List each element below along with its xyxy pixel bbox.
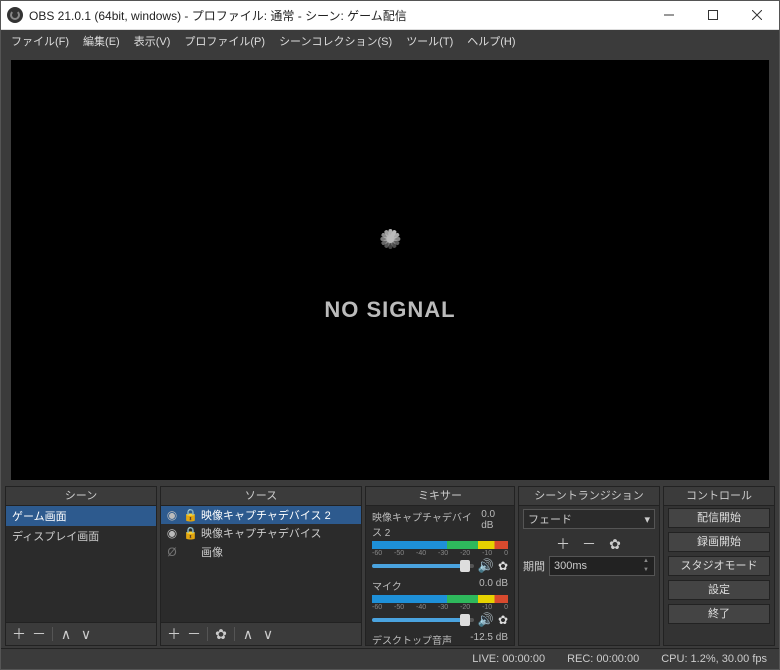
add-scene-button[interactable]: ＋: [10, 625, 28, 643]
minimize-button[interactable]: [647, 1, 691, 29]
menubar: ファイル(F) 編集(E) 表示(V) プロファイル(P) シーンコレクション(…: [1, 30, 779, 52]
source-item[interactable]: ◉ 🔒 映像キャプチャデバイス 2: [161, 506, 361, 524]
remove-transition-button[interactable]: －: [580, 535, 598, 553]
sources-toolbar: ＋ － ✿ ∧ ∨: [161, 622, 361, 645]
mixer-panel: ミキサー 映像キャプチャデバイス 20.0 dB -60-50-40-30-20…: [365, 486, 515, 646]
remove-source-button[interactable]: －: [185, 625, 203, 643]
add-source-button[interactable]: ＋: [165, 625, 183, 643]
menu-help[interactable]: ヘルプ(H): [461, 31, 521, 51]
start-record-button[interactable]: 録画開始: [668, 532, 770, 552]
lock-icon[interactable]: 🔒: [183, 508, 197, 522]
loading-spinner-icon: [362, 233, 418, 289]
status-live: LIVE: 00:00:00: [472, 653, 545, 665]
exit-button[interactable]: 終了: [668, 604, 770, 624]
channel-settings-icon[interactable]: ✿: [498, 613, 508, 627]
lock-icon[interactable]: [183, 543, 197, 560]
mixer-list: 映像キャプチャデバイス 20.0 dB -60-50-40-30-20-100 …: [366, 506, 514, 645]
sources-header: ソース: [161, 487, 361, 506]
scene-down-button[interactable]: ∨: [77, 625, 95, 643]
channel-settings-icon[interactable]: ✿: [498, 559, 508, 573]
source-label: 映像キャプチャデバイス 2: [201, 507, 331, 523]
close-button[interactable]: [735, 1, 779, 29]
app-logo-icon: [7, 7, 23, 23]
scene-up-button[interactable]: ∧: [57, 625, 75, 643]
duration-label: 期間: [523, 558, 545, 574]
channel-name: 映像キャプチャデバイス 2: [372, 509, 481, 539]
scenes-toolbar: ＋ － ∧ ∨: [6, 622, 156, 645]
channel-name: デスクトップ音声: [372, 632, 452, 645]
transition-select[interactable]: フェード▾: [523, 509, 655, 529]
spin-up-icon[interactable]: ▲: [640, 557, 652, 566]
app-window: OBS 21.0.1 (64bit, windows) - プロファイル: 通常…: [0, 0, 780, 670]
scenes-panel: シーン ゲーム画面 ディスプレイ画面 ＋ － ∧ ∨: [5, 486, 157, 646]
meter-ticks: -60-50-40-30-20-100: [372, 550, 508, 557]
window-title: OBS 21.0.1 (64bit, windows) - プロファイル: 通常…: [29, 7, 407, 24]
visibility-icon[interactable]: ◉: [165, 508, 179, 522]
sources-list[interactable]: ◉ 🔒 映像キャプチャデバイス 2 ◉ 🔒 映像キャプチャデバイス Ø 画像: [161, 506, 361, 622]
no-signal-overlay: NO SIGNAL: [324, 233, 455, 323]
settings-button[interactable]: 設定: [668, 580, 770, 600]
chevron-down-icon: ▾: [644, 513, 650, 526]
mixer-channel: マイク 0.0 dB -60-50-40-30-20-100 🔊 ✿: [366, 577, 514, 631]
scenes-list[interactable]: ゲーム画面 ディスプレイ画面: [6, 506, 156, 622]
volume-slider[interactable]: [372, 618, 474, 622]
source-item[interactable]: ◉ 🔒 映像キャプチャデバイス: [161, 524, 361, 542]
duration-spinner[interactable]: 300ms ▲▼: [549, 556, 655, 576]
status-bar: LIVE: 00:00:00 REC: 00:00:00 CPU: 1.2%, …: [1, 648, 779, 669]
visibility-off-icon[interactable]: Ø: [165, 545, 179, 559]
menu-profile[interactable]: プロファイル(P): [178, 31, 271, 51]
meter-ticks: -60-50-40-30-20-100: [372, 604, 508, 611]
transition-panel: シーントランジション フェード▾ ＋ － ✿ 期間 300ms ▲▼: [518, 486, 660, 646]
transition-header: シーントランジション: [519, 487, 659, 506]
volume-slider[interactable]: [372, 564, 474, 568]
visibility-icon[interactable]: ◉: [165, 526, 179, 540]
mixer-header: ミキサー: [366, 487, 514, 506]
preview-area[interactable]: NO SIGNAL: [11, 60, 769, 480]
scene-item[interactable]: ディスプレイ画面: [6, 526, 156, 546]
controls-header: コントロール: [664, 487, 774, 506]
maximize-button[interactable]: [691, 1, 735, 29]
titlebar[interactable]: OBS 21.0.1 (64bit, windows) - プロファイル: 通常…: [1, 1, 779, 30]
status-rec: REC: 00:00:00: [567, 653, 639, 665]
mixer-channel: 映像キャプチャデバイス 20.0 dB -60-50-40-30-20-100 …: [366, 508, 514, 577]
menu-edit[interactable]: 編集(E): [77, 31, 126, 51]
source-up-button[interactable]: ∧: [239, 625, 257, 643]
remove-scene-button[interactable]: －: [30, 625, 48, 643]
channel-db: -12.5 dB: [470, 632, 508, 645]
no-signal-text: NO SIGNAL: [324, 297, 455, 323]
vu-meter: [372, 595, 508, 603]
source-settings-button[interactable]: ✿: [212, 625, 230, 643]
add-transition-button[interactable]: ＋: [554, 535, 572, 553]
spin-down-icon[interactable]: ▼: [640, 566, 652, 575]
scene-item[interactable]: ゲーム画面: [6, 506, 156, 526]
source-down-button[interactable]: ∨: [259, 625, 277, 643]
scenes-header: シーン: [6, 487, 156, 506]
channel-name: マイク: [372, 578, 402, 593]
mixer-channel: デスクトップ音声 -12.5 dB: [366, 631, 514, 645]
start-stream-button[interactable]: 配信開始: [668, 508, 770, 528]
controls-panel: コントロール 配信開始 録画開始 スタジオモード 設定 終了: [663, 486, 775, 646]
speaker-icon[interactable]: 🔊: [478, 558, 494, 574]
menu-scene-collection[interactable]: シーンコレクション(S): [273, 31, 398, 51]
source-label: 画像: [201, 544, 223, 560]
speaker-icon[interactable]: 🔊: [478, 612, 494, 628]
lock-icon[interactable]: 🔒: [183, 526, 197, 540]
menu-tools[interactable]: ツール(T): [400, 31, 459, 51]
channel-db: 0.0 dB: [481, 509, 508, 539]
menu-view[interactable]: 表示(V): [128, 31, 177, 51]
channel-db: 0.0 dB: [479, 578, 508, 593]
menu-file[interactable]: ファイル(F): [5, 31, 75, 51]
status-cpu: CPU: 1.2%, 30.00 fps: [661, 653, 767, 665]
source-label: 映像キャプチャデバイス: [201, 525, 322, 541]
vu-meter: [372, 541, 508, 549]
sources-panel: ソース ◉ 🔒 映像キャプチャデバイス 2 ◉ 🔒 映像キャプチャデバイス Ø: [160, 486, 362, 646]
source-item[interactable]: Ø 画像: [161, 542, 361, 561]
transition-settings-button[interactable]: ✿: [606, 535, 624, 553]
studio-mode-button[interactable]: スタジオモード: [668, 556, 770, 576]
